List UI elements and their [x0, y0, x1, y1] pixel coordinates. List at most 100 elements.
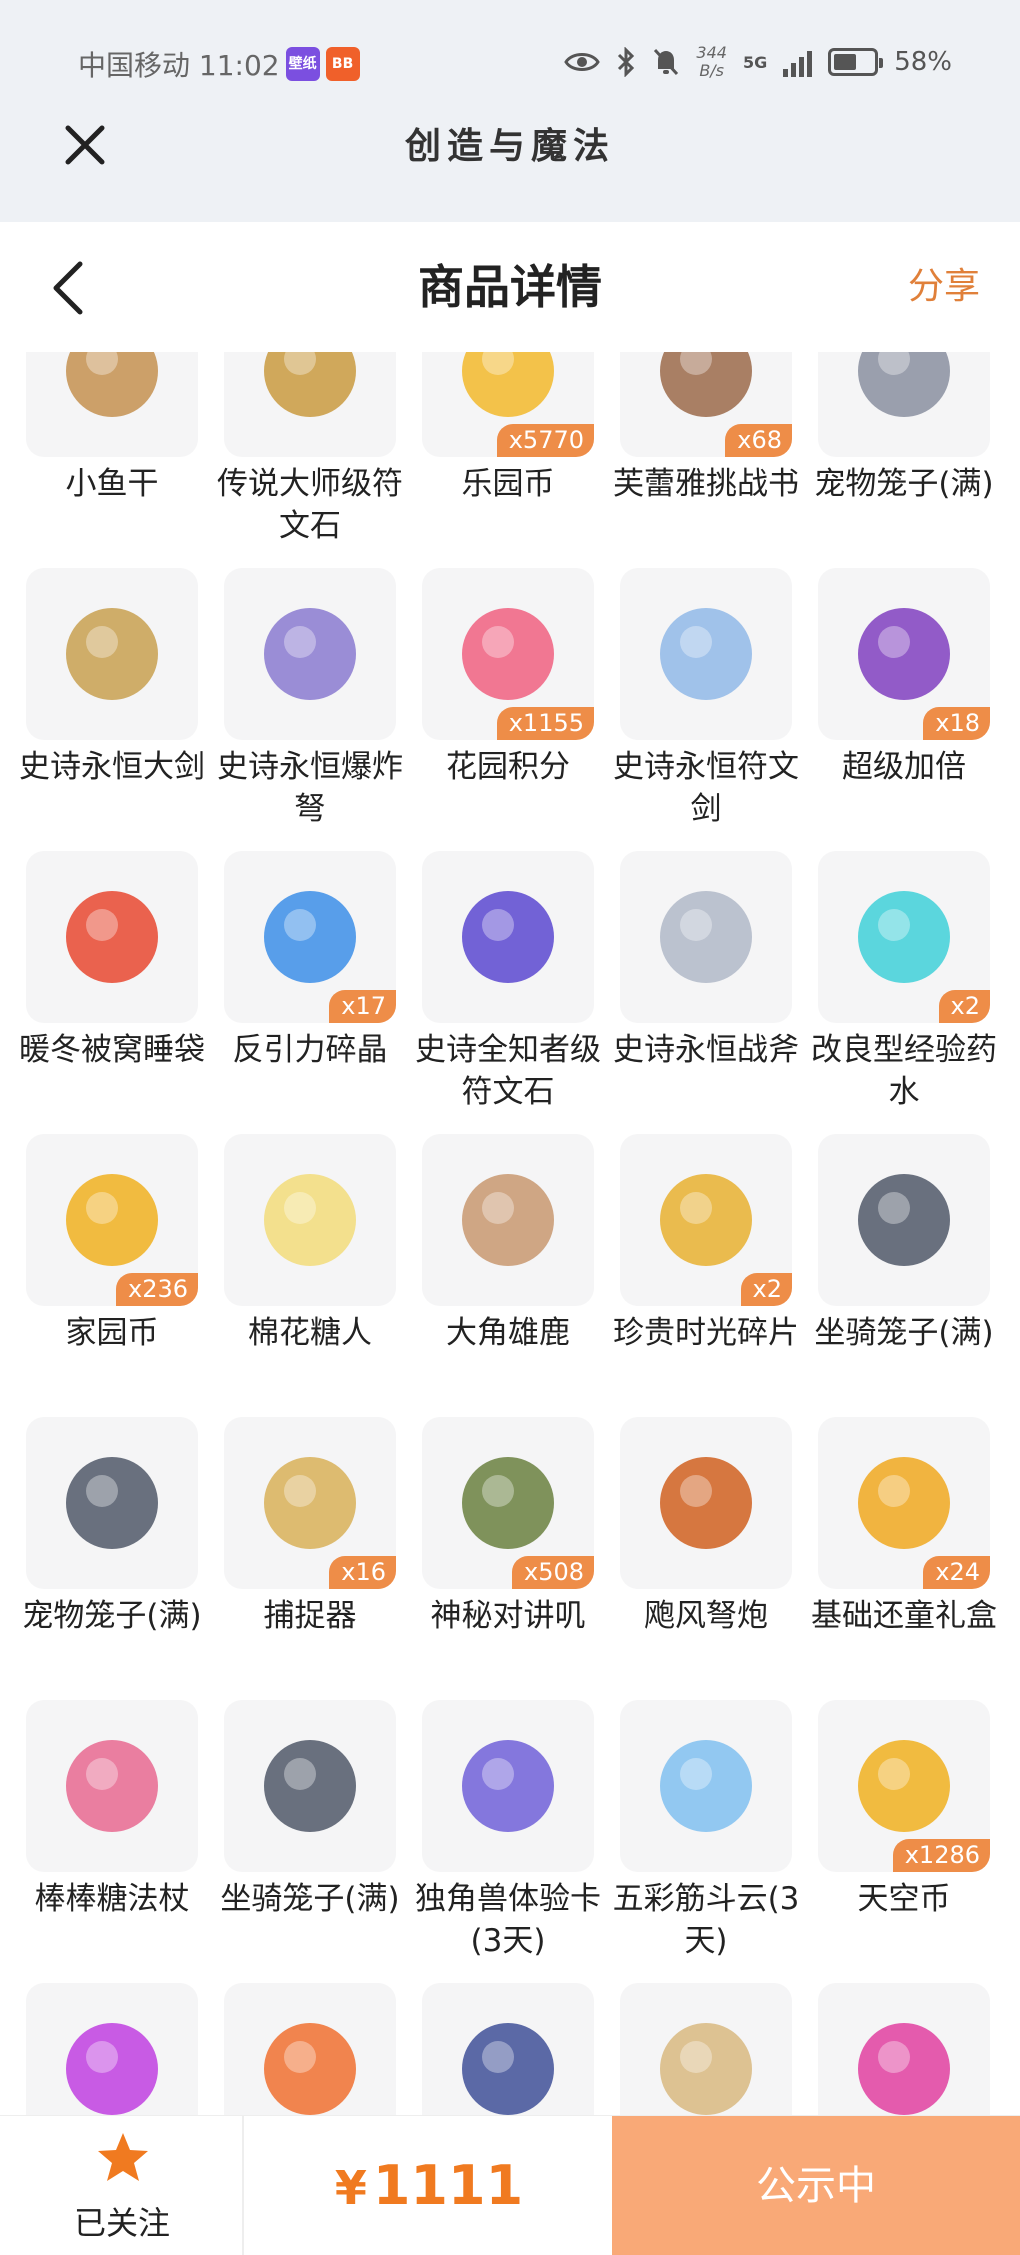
item-card[interactable]: x5770 乐园币 — [422, 352, 594, 505]
item-name: 史诗永恒符文剑 — [613, 749, 799, 827]
item-thumbnail: x17 — [224, 851, 396, 1023]
status-bar: 中国移动 11:02 壁纸 BB 344 B/s 5G 58% — [0, 0, 1020, 118]
item-name: 飑风弩炮 — [644, 1598, 768, 1634]
item-name: 珍贵时光碎片 — [613, 1315, 799, 1351]
item-card[interactable]: x2 珍贵时光碎片 — [613, 1134, 799, 1354]
item-card[interactable]: x1155 花园积分 — [422, 568, 594, 788]
item-thumbnail: x1155 — [422, 568, 594, 740]
bluetooth-icon — [618, 47, 635, 77]
time-shard-icon — [660, 1174, 752, 1266]
item-card[interactable]: x17 反引力碎晶 — [224, 851, 396, 1071]
item-card[interactable]: 暖冬被窝睡袋 — [19, 851, 205, 1071]
quantity-badge: x236 — [115, 1273, 198, 1306]
item-name: 小鱼干 — [65, 466, 159, 502]
marshmallow-man-icon — [264, 1174, 356, 1266]
item-card[interactable]: 小鱼干 — [26, 352, 198, 505]
item-card[interactable]: x2 改良型经验药水 — [811, 851, 997, 1113]
follow-button[interactable]: 已关注 — [0, 2116, 244, 2255]
item-name: 改良型经验药水 — [811, 1032, 997, 1110]
item-thumbnail — [224, 1700, 396, 1872]
item-thumbnail — [26, 352, 198, 457]
speed-value: 344 — [696, 43, 727, 62]
rune-stone-icon — [264, 352, 356, 417]
item-thumbnail: x11 — [224, 1983, 396, 2115]
item-name: 超级加倍 — [842, 749, 966, 785]
item-card[interactable]: 史诗永恒战斧 — [613, 851, 799, 1071]
item-card[interactable]: x11未铸成的伍 — [224, 1983, 396, 2115]
item-name: 宠物笼子(满) — [814, 466, 994, 502]
item-card[interactable]: 史诗永恒爆炸弩 — [217, 568, 403, 830]
item-card[interactable]: 紫-圣焰篝 — [26, 1983, 198, 2115]
item-card[interactable]: 五彩筋斗云(3天) — [613, 1700, 799, 1962]
item-thumbnail: x16 — [224, 1417, 396, 1589]
sky-coin-icon — [858, 1740, 950, 1832]
battle-axe-icon — [660, 891, 752, 983]
notification-app-icon: BB — [325, 47, 360, 81]
item-thumbnail: x1286 — [818, 1700, 990, 1872]
item-card[interactable]: 传说大师级符文石 — [217, 352, 403, 547]
item-thumbnail — [422, 1983, 594, 2115]
item-name: 大角雄鹿 — [446, 1315, 570, 1351]
eye-icon — [564, 53, 601, 71]
app-screen: 中国移动 11:02 壁纸 BB 344 B/s 5G 58% 创造与魔法 商品详… — [0, 0, 1020, 2255]
item-card[interactable]: 棉花糖人 — [224, 1134, 396, 1354]
item-thumbnail — [620, 1417, 792, 1589]
item-name: 花园积分 — [446, 749, 570, 785]
quantity-badge: x18 — [923, 707, 990, 740]
item-card[interactable]: 史诗永恒大剑 — [19, 568, 205, 788]
item-grid-viewport[interactable]: 小鱼干 传说大师级符文石 x5770 乐园币 x68 芙蕾雅挑战书 宠物笼子(满) 史诗永恒大… — [0, 352, 1020, 2115]
battery-icon — [828, 48, 884, 76]
ballista-icon — [660, 1457, 752, 1549]
rune-sword-icon — [660, 608, 752, 700]
item-thumbnail — [26, 1700, 198, 1872]
dried-fish-icon — [66, 352, 158, 417]
item-card[interactable]: x2简易水果包 — [620, 1983, 792, 2115]
item-card[interactable]: 水袋-魔法 — [422, 1983, 594, 2115]
item-thumbnail: x5770 — [422, 352, 594, 457]
mute-bell-icon — [654, 48, 679, 76]
item-card[interactable]: x508 神秘对讲叽 — [422, 1417, 594, 1637]
item-card[interactable]: 宠物笼子(满) — [22, 1417, 202, 1637]
item-name: 棒棒糖法杖 — [34, 1881, 190, 1917]
page-header: 商品详情 分享 — [0, 222, 1020, 352]
item-card[interactable]: x1286 天空币 — [818, 1700, 990, 1920]
item-card[interactable]: 棒棒糖法杖 — [26, 1700, 198, 1920]
wallpaper-app-icon: 壁纸 — [285, 47, 320, 81]
omniscient-rune-icon — [462, 891, 554, 983]
item-card[interactable]: 独角兽体验卡(3天) — [415, 1700, 601, 1962]
gift-box-icon — [858, 1457, 950, 1549]
item-card[interactable]: x8酷酷狗进阶 — [818, 1983, 990, 2115]
unicorn-card-icon — [462, 1740, 554, 1832]
item-thumbnail — [818, 1134, 990, 1306]
share-button[interactable]: 分享 — [908, 222, 980, 352]
item-card[interactable]: x68 芙蕾雅挑战书 — [613, 352, 799, 505]
item-card[interactable]: 坐骑笼子(满) — [220, 1700, 400, 1920]
bottom-bar: 已关注 ¥1111 公示中 — [0, 2115, 1020, 2255]
cloud-icon — [660, 1740, 752, 1832]
item-thumbnail — [26, 1983, 198, 2115]
carrier-time: 中国移动 11:02 — [78, 49, 280, 82]
item-card[interactable]: 飑风弩炮 — [620, 1417, 792, 1637]
publicity-status-button[interactable]: 公示中 — [612, 2116, 1020, 2255]
potion-icon — [858, 891, 950, 983]
item-name: 史诗永恒大剑 — [19, 749, 205, 785]
item-thumbnail: x18 — [818, 568, 990, 740]
mount-cage-icon — [264, 1740, 356, 1832]
network-type: 5G — [742, 52, 768, 72]
item-card[interactable]: x18 超级加倍 — [818, 568, 990, 788]
item-card[interactable]: 史诗全知者级符文石 — [415, 851, 601, 1113]
item-card[interactable]: 宠物笼子(满) — [814, 352, 994, 505]
greatsword-icon — [66, 608, 158, 700]
item-thumbnail — [224, 1134, 396, 1306]
item-thumbnail: x2 — [818, 851, 990, 1023]
item-card[interactable]: 坐骑笼子(满) — [814, 1134, 994, 1354]
item-thumbnail — [224, 568, 396, 740]
item-card[interactable]: 大角雄鹿 — [422, 1134, 594, 1354]
item-thumbnail — [620, 1700, 792, 1872]
status-left: 中国移动 11:02 壁纸 BB — [78, 44, 360, 84]
item-name: 天空币 — [857, 1881, 951, 1917]
item-card[interactable]: 史诗永恒符文剑 — [613, 568, 799, 830]
item-card[interactable]: x16 捕捉器 — [224, 1417, 396, 1637]
item-card[interactable]: x24 基础还童礼盒 — [811, 1417, 997, 1637]
item-card[interactable]: x236 家园币 — [26, 1134, 198, 1354]
